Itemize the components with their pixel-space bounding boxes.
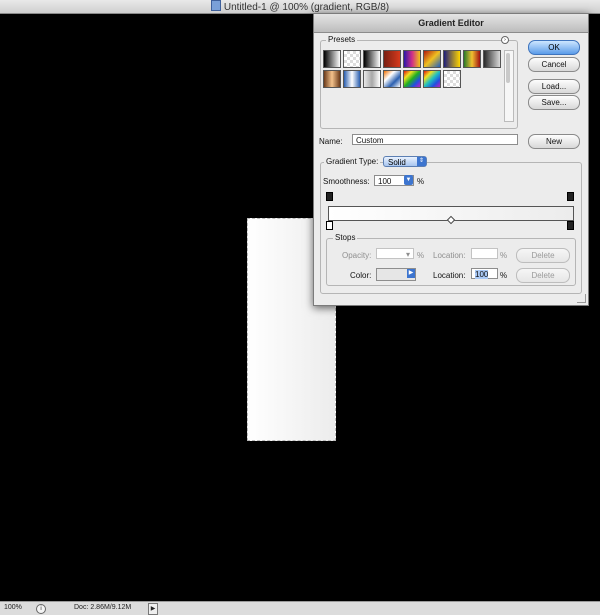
opacity-unit: % [417,251,425,260]
color-stop-left[interactable] [326,221,333,230]
opacity-stop-right[interactable] [567,192,574,201]
preset-swatch[interactable] [423,70,441,88]
preset-swatch[interactable] [323,50,341,68]
preset-swatch[interactable] [363,50,381,68]
new-button[interactable]: New [528,134,580,149]
preset-swatch[interactable] [463,50,481,68]
stops-label: Stops [333,233,358,243]
color-location-unit: % [500,271,508,280]
preset-swatch[interactable] [363,70,381,88]
preset-swatch[interactable] [383,50,401,68]
color-stop-right-selected[interactable] [567,221,574,230]
presets-label: Presets [326,35,358,45]
load-button[interactable]: Load... [528,79,580,94]
window-titlebar: Untitled-1 @ 100% (gradient, RGB/8) [0,0,600,14]
preset-swatch[interactable] [403,50,421,68]
opacity-label: Opacity: [342,251,372,260]
presets-scrollbar[interactable] [504,50,514,122]
color-label: Color: [350,271,372,280]
preset-swatch[interactable] [343,70,361,88]
chevron-updown-icon: ⇕ [417,157,426,166]
stop-color-swatch[interactable]: ▶ [376,268,416,281]
cancel-button[interactable]: Cancel [528,57,580,72]
name-field[interactable]: Custom [352,134,518,145]
smoothness-label: Smoothness: [323,177,370,186]
gradient-type-label: Gradient Type: [324,157,381,167]
gradient-editor-dialog: Gradient Editor Presets › OK Cancel Load… [313,13,589,306]
opacity-location-label: Location: [433,251,466,260]
doc-size-info: Doc: 2.86M/9.12M [74,604,132,611]
window-title-text: Untitled-1 @ 100% (gradient, RGB/8) [223,2,390,13]
preset-swatch[interactable] [383,70,401,88]
photoshop-document-icon [210,0,221,11]
presets-scroll-thumb[interactable] [506,53,510,83]
preset-swatch[interactable] [443,70,461,88]
color-location-field[interactable]: 100 [471,268,498,279]
color-location-value: 100 [475,270,489,279]
dialog-title: Gradient Editor [314,14,588,33]
opacity-location-unit: % [500,251,508,260]
gradient-type-select[interactable]: Solid ⇕ [383,156,427,167]
ok-button[interactable]: OK [528,40,580,55]
preset-swatch[interactable] [343,50,361,68]
info-icon[interactable]: i [36,604,46,614]
gradient-type-value: Solid [388,158,406,167]
presets-menu-arrow-icon[interactable]: › [501,36,509,44]
triangle-right-icon: ▶ [407,269,415,278]
preset-swatch[interactable] [423,50,441,68]
triangle-right-icon[interactable]: ▶ [148,603,158,615]
zoom-level[interactable]: 100% [4,602,22,614]
resize-grip-icon[interactable] [577,294,586,303]
preset-swatches [323,50,503,92]
preset-swatch[interactable] [403,70,421,88]
preset-swatch[interactable] [483,50,501,68]
smoothness-unit: % [417,177,425,186]
save-button[interactable]: Save... [528,95,580,110]
opacity-location-field[interactable] [471,248,498,259]
preset-swatch[interactable] [323,70,341,88]
color-location-label: Location: [433,271,466,280]
preset-swatch[interactable] [443,50,461,68]
name-label: Name: [319,137,343,146]
opacity-dropdown-icon[interactable]: ▾ [406,250,410,260]
status-bar: 100% i Doc: 2.86M/9.12M ▶ [0,601,600,615]
delete-color-stop-button[interactable]: Delete [516,268,570,283]
smoothness-dropdown-icon[interactable]: ▼ [404,175,413,185]
window-title: Untitled-1 @ 100% (gradient, RGB/8) [0,0,600,14]
opacity-stop-left[interactable] [326,192,333,201]
delete-opacity-stop-button[interactable]: Delete [516,248,570,263]
